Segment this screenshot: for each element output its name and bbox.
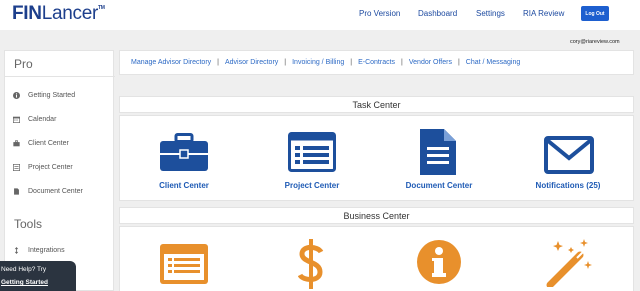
info-circle-icon	[417, 240, 461, 284]
info-circle-icon	[13, 92, 20, 99]
envelope-icon	[544, 136, 594, 174]
sidebar-item-integrations[interactable]: Integrations	[13, 247, 65, 254]
link-separator: |	[284, 59, 287, 66]
business-center-heading: Business Center	[119, 207, 634, 224]
finlancer-logo[interactable]: FINLancerTM	[12, 3, 105, 25]
tile-business-wand[interactable]	[544, 237, 594, 291]
quick-links-bar: Manage Advisor Directory | Advisor Directo…	[119, 50, 634, 75]
magic-wand-icon	[546, 239, 592, 289]
top-bar: FINLancerTM Pro Version Dashboard Settin…	[0, 0, 640, 30]
nav-dashboard[interactable]: Dashboard	[418, 9, 457, 18]
arrows-icon	[13, 247, 20, 254]
briefcase-icon	[160, 133, 208, 171]
sidebar-item-calendar[interactable]: Calendar	[13, 116, 56, 123]
link-separator: |	[350, 59, 353, 66]
business-center-panel	[119, 226, 634, 291]
logo-trademark: TM	[98, 5, 105, 11]
list-window-icon	[160, 244, 208, 284]
task-center-heading: Task Center	[119, 96, 634, 113]
sidebar-item-label: Document Center	[28, 188, 83, 195]
help-getting-started-link[interactable]: Getting Started	[1, 279, 48, 286]
tile-document-center-label[interactable]: Document Center	[406, 181, 473, 190]
sidebar-item-label: Calendar	[28, 116, 57, 123]
link-manage-advisor-directory[interactable]: Manage Advisor Directory	[131, 59, 211, 66]
link-separator: |	[457, 59, 460, 66]
tile-project-center-label[interactable]: Project Center	[285, 181, 340, 190]
list-window-icon	[288, 132, 336, 172]
sidebar: Pro Getting Started Calendar Client Cent…	[4, 50, 115, 291]
help-prompt: Need Help? Try	[1, 266, 47, 273]
task-center-panel: Client Center Project Center Document Ce…	[119, 115, 634, 201]
link-separator: |	[401, 59, 403, 66]
logout-button[interactable]: Log Out	[581, 6, 609, 21]
sidebar-item-getting-started[interactable]: Getting Started	[13, 92, 75, 99]
user-email: cory@riareview.com	[570, 39, 620, 45]
calendar-icon	[13, 116, 20, 123]
quick-links: Manage Advisor Directory | Advisor Directo…	[131, 59, 520, 66]
sidebar-item-label: Project Center	[28, 164, 73, 171]
tile-business-list[interactable]	[160, 244, 208, 289]
briefcase-icon	[13, 140, 20, 147]
link-separator: |	[217, 59, 219, 66]
link-e-contracts[interactable]: E-Contracts	[358, 59, 395, 66]
dollar-icon	[297, 239, 324, 289]
tile-project-center[interactable]	[288, 132, 336, 177]
sidebar-item-label: Getting Started	[28, 92, 76, 99]
link-chat-messaging[interactable]: Chat / Messaging	[466, 59, 520, 66]
sidebar-divider	[5, 76, 115, 77]
sidebar-item-label: Client Center	[28, 140, 69, 147]
sidebar-item-project-center[interactable]: Project Center	[13, 164, 73, 171]
tile-client-center-label[interactable]: Client Center	[159, 181, 209, 190]
logo-lancer: Lancer	[41, 3, 99, 24]
tile-document-center[interactable]	[420, 129, 456, 180]
tile-business-info[interactable]	[417, 240, 461, 289]
help-widget[interactable]: Need Help? Try Getting Started	[0, 261, 76, 291]
nav-ria-review[interactable]: RIA Review	[523, 9, 564, 18]
sidebar-heading-tools: Tools	[14, 217, 43, 231]
link-vendor-offers[interactable]: Vendor Offers	[409, 59, 452, 66]
sidebar-heading-pro: Pro	[14, 57, 33, 71]
document-icon	[420, 129, 456, 175]
tile-client-center[interactable]	[160, 133, 208, 176]
sidebar-item-client-center[interactable]: Client Center	[13, 140, 69, 147]
logo-fin: FIN	[12, 3, 42, 24]
link-invoicing-billing[interactable]: Invoicing / Billing	[292, 59, 344, 66]
tile-business-dollar[interactable]	[297, 239, 324, 291]
tile-notifications-label[interactable]: Notifications (25)	[536, 181, 601, 190]
tile-notifications[interactable]	[544, 136, 594, 179]
nav-pro-version[interactable]: Pro Version	[359, 9, 400, 18]
link-advisor-directory[interactable]: Advisor Directory	[225, 59, 278, 66]
sidebar-item-document-center[interactable]: Document Center	[13, 188, 83, 195]
list-icon	[13, 164, 20, 171]
document-icon	[13, 188, 20, 195]
sidebar-item-label: Integrations	[28, 247, 65, 254]
nav-settings[interactable]: Settings	[476, 9, 505, 18]
